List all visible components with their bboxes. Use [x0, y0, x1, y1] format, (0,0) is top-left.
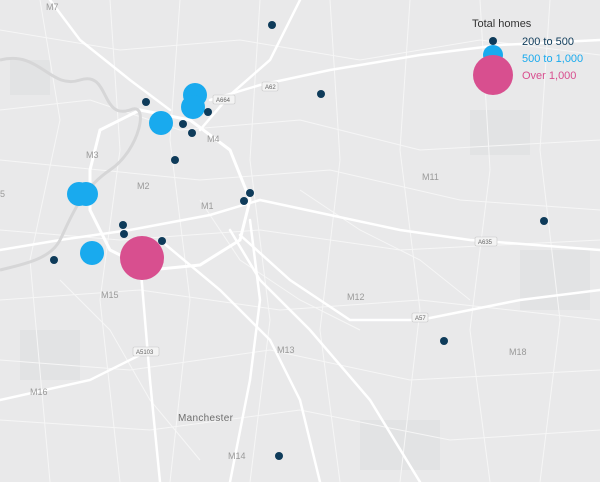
marker-small[interactable] — [119, 221, 127, 229]
legend-label-medium: 500 to 1,000 — [522, 53, 583, 65]
marker-small[interactable] — [275, 452, 283, 460]
district-label: M14 — [228, 451, 246, 461]
marker-medium[interactable] — [181, 95, 205, 119]
map-canvas[interactable]: M7 M3 M2 M4 M1 M15 M11 M12 M13 M16 M18 M… — [0, 0, 600, 482]
district-label: M4 — [207, 134, 220, 144]
district-label: M11 — [422, 172, 439, 182]
svg-text:A62: A62 — [265, 85, 276, 91]
marker-small[interactable] — [317, 90, 325, 98]
marker-small[interactable] — [188, 129, 196, 137]
marker-small[interactable] — [50, 256, 58, 264]
marker-small[interactable] — [120, 230, 128, 238]
marker-small[interactable] — [142, 98, 150, 106]
district-label: M13 — [277, 345, 295, 355]
road-shield: A57 — [411, 312, 429, 323]
map[interactable]: M7 M3 M2 M4 M1 M15 M11 M12 M13 M16 M18 M… — [0, 0, 600, 482]
map-land-patches — [10, 60, 590, 470]
svg-text:A635: A635 — [478, 240, 493, 246]
legend-symbol-large — [473, 55, 513, 95]
marker-small[interactable] — [179, 120, 187, 128]
district-label: M1 — [201, 201, 214, 211]
district-label: M3 — [86, 150, 99, 160]
marker-small[interactable] — [246, 189, 254, 197]
legend-symbol-small — [489, 37, 497, 45]
district-label: M18 — [509, 347, 527, 357]
svg-text:A5103: A5103 — [136, 350, 154, 356]
place-label: Manchester — [178, 413, 234, 424]
marker-small[interactable] — [171, 156, 179, 164]
svg-text:A57: A57 — [415, 316, 426, 322]
district-labels: M7 M3 M2 M4 M1 M15 M11 M12 M13 M16 M18 M… — [0, 2, 527, 461]
marker-medium[interactable] — [149, 111, 173, 135]
svg-text:A664: A664 — [216, 98, 231, 104]
marker-small[interactable] — [240, 197, 248, 205]
marker-small[interactable] — [540, 217, 548, 225]
district-label: M12 — [347, 292, 365, 302]
legend-title: Total homes — [472, 18, 532, 30]
marker-small[interactable] — [440, 337, 448, 345]
marker-small[interactable] — [268, 21, 276, 29]
legend: Total homes 200 to 500 500 to 1,000 Over… — [472, 18, 583, 95]
road-shield: A664 — [212, 94, 236, 105]
marker-small[interactable] — [204, 108, 212, 116]
road-shield: A5103 — [132, 346, 160, 357]
marker-medium[interactable] — [67, 182, 91, 206]
road-shield: A635 — [474, 236, 498, 247]
district-label: 5 — [0, 189, 5, 199]
district-label: M15 — [101, 290, 119, 300]
legend-label-small: 200 to 500 — [522, 36, 574, 48]
road-shield: A62 — [261, 81, 279, 92]
district-label: M16 — [30, 387, 48, 397]
marker-small[interactable] — [158, 237, 166, 245]
district-label: M2 — [137, 181, 150, 191]
district-label: M7 — [46, 2, 59, 12]
marker-medium[interactable] — [80, 241, 104, 265]
legend-label-large: Over 1,000 — [522, 70, 576, 82]
marker-large[interactable] — [120, 236, 164, 280]
